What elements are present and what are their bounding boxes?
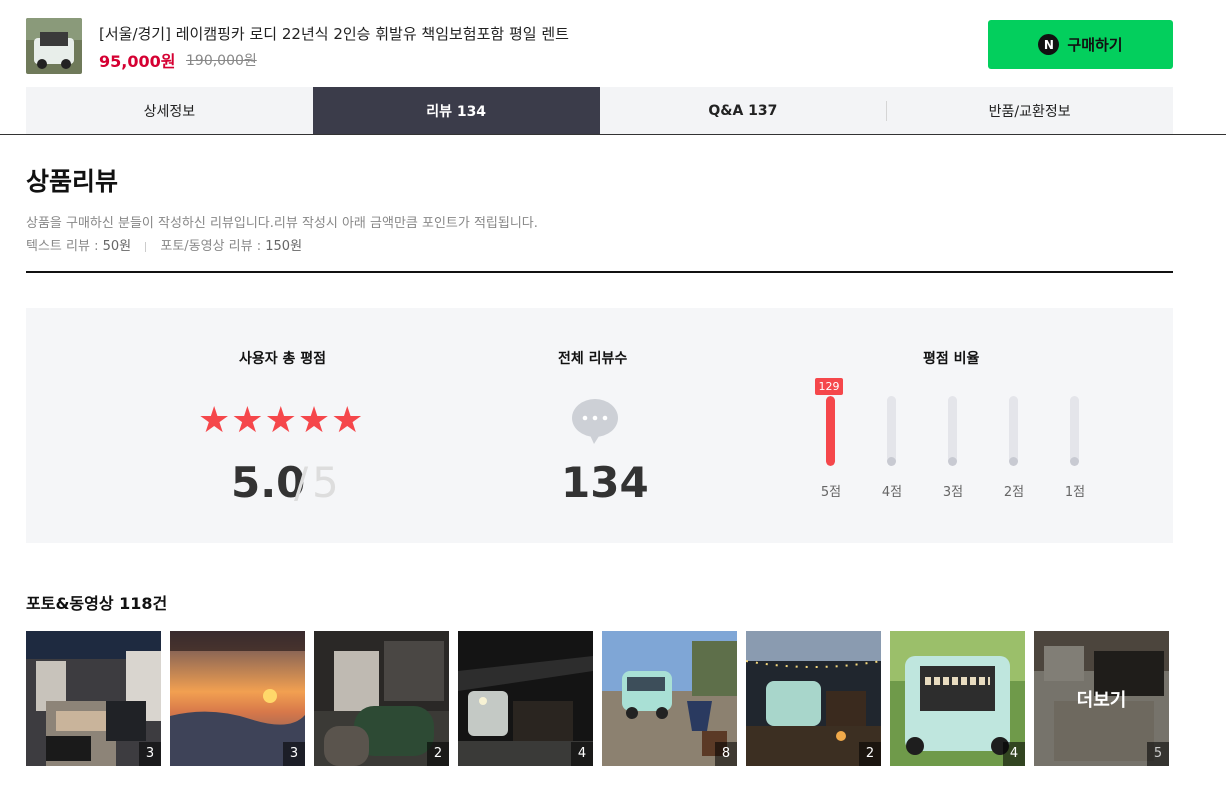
speech-bubble-icon (571, 398, 619, 450)
photo-count: 4 (1003, 742, 1025, 766)
bar-label: 3점 (942, 485, 964, 500)
tab-label: Q&A 137 (708, 103, 778, 119)
star-icon: ★ (264, 400, 297, 441)
rating-bar-1: 1점 (1055, 396, 1095, 506)
photo-count: 4 (571, 742, 593, 766)
section-title: 상품리뷰 (26, 167, 119, 196)
bar-track (826, 396, 835, 466)
star-icon: ★ (198, 400, 231, 441)
product-tabs: 상세정보 리뷰 134 Q&A 137 반품/교환정보 (26, 87, 1173, 135)
star-rating: ★ ★ ★ ★ ★ (198, 403, 364, 439)
bar-fill (1070, 457, 1079, 466)
photo-review-point: 150원 (265, 239, 303, 254)
photo-thumbnail[interactable]: 4 (890, 631, 1025, 766)
tab-review[interactable]: 리뷰 134 (312, 87, 600, 135)
tab-label: 상세정보 (143, 104, 196, 120)
buy-button-label: 구매하기 (1067, 36, 1123, 54)
photo-thumbnail[interactable]: 8 (602, 631, 737, 766)
photo-thumbnail[interactable]: 4 (458, 631, 593, 766)
bar-count-badge: 129 (815, 378, 843, 395)
bar-fill (1009, 457, 1018, 466)
photo-count: 2 (859, 742, 881, 766)
review-summary: 사용자 총 평점 ★ ★ ★ ★ ★ 5.0 / 5 전체 리뷰수 134 평점… (26, 308, 1173, 543)
photo-thumbnail[interactable]: 2 (314, 631, 449, 766)
bar-label: 1점 (1064, 485, 1086, 500)
bar-fill (948, 457, 957, 466)
photo-title-count: 118건 (119, 594, 168, 613)
photo-thumbnail[interactable]: 3 (170, 631, 305, 766)
naver-n-icon: N (1038, 34, 1060, 55)
text-review-label: 텍스트 리뷰 : (26, 239, 103, 254)
bar-label: 2점 (1003, 485, 1025, 500)
review-description: 상품을 구매하신 분들이 작성하신 리뷰입니다.리뷰 작성시 아래 금액만큼 포… (26, 216, 538, 231)
product-header: [서울/경기] 레이캠핑카 로디 22년식 2인승 휘발유 책임보험포함 평일 … (0, 0, 1226, 87)
rating-bar-4: 4점 (872, 396, 912, 506)
rating-bar-5: 129 5점 (811, 378, 851, 506)
bar-track (1070, 396, 1079, 466)
star-icon: ★ (297, 400, 331, 441)
original-price: 190,000원 (186, 53, 257, 69)
photo-count: 3 (139, 742, 161, 766)
text-review-point: 50원 (102, 239, 132, 254)
bar-track (887, 396, 896, 466)
total-review-count: 134 (561, 458, 649, 507)
divider (145, 241, 147, 252)
bar-label: 5점 (820, 485, 842, 500)
photo-thumbnail[interactable]: 2 (746, 631, 881, 766)
bar-fill (887, 457, 896, 466)
photo-title-text: 포토&동영상 (26, 594, 120, 613)
rating-max: 5 (312, 458, 339, 507)
bar-fill (826, 396, 835, 466)
rating-slash: / (294, 458, 309, 507)
tab-qna[interactable]: Q&A 137 (600, 87, 887, 135)
section-divider (26, 271, 1173, 273)
photo-review-list: 3 3 2 4 8 2 4 더보기 5 (26, 631, 1178, 766)
tab-return-exchange[interactable]: 반품/교환정보 (886, 87, 1173, 135)
product-thumbnail[interactable] (26, 18, 82, 74)
photo-count: 8 (715, 742, 737, 766)
bar-track (1009, 396, 1018, 466)
tabs-divider-line (0, 134, 1226, 135)
star-icon: ★ (231, 400, 264, 441)
photo-thumbnail[interactable]: 3 (26, 631, 161, 766)
photo-count: 2 (427, 742, 449, 766)
rating-bar-2: 2점 (994, 396, 1034, 506)
rating-bar-3: 3점 (933, 396, 973, 506)
product-title: [서울/경기] 레이캠핑카 로디 22년식 2인승 휘발유 책임보험포함 평일 … (99, 25, 569, 43)
tab-label: 리뷰 134 (426, 104, 487, 120)
rating-label: 사용자 총 평점 (239, 351, 327, 367)
review-count-label: 전체 리뷰수 (558, 351, 628, 367)
ratio-label: 평점 비율 (923, 351, 980, 367)
bar-label: 4점 (881, 485, 903, 500)
review-points-info: 텍스트 리뷰 : 50원 포토/동영상 리뷰 : 150원 (26, 235, 302, 254)
bar-track (948, 396, 957, 466)
star-icon: ★ (331, 400, 364, 441)
photo-more[interactable]: 더보기 5 (1034, 631, 1169, 766)
tab-detail[interactable]: 상세정보 (26, 87, 313, 135)
buy-button[interactable]: N 구매하기 (988, 20, 1173, 69)
photo-review-title: 포토&동영상 118건 (26, 590, 167, 614)
tab-divider (886, 101, 888, 121)
tab-label: 반품/교환정보 (988, 104, 1071, 120)
photo-count: 3 (283, 742, 305, 766)
photo-count: 5 (1147, 742, 1169, 766)
sale-price: 95,000원 (99, 52, 176, 71)
photo-review-label: 포토/동영상 리뷰 : (160, 239, 266, 254)
